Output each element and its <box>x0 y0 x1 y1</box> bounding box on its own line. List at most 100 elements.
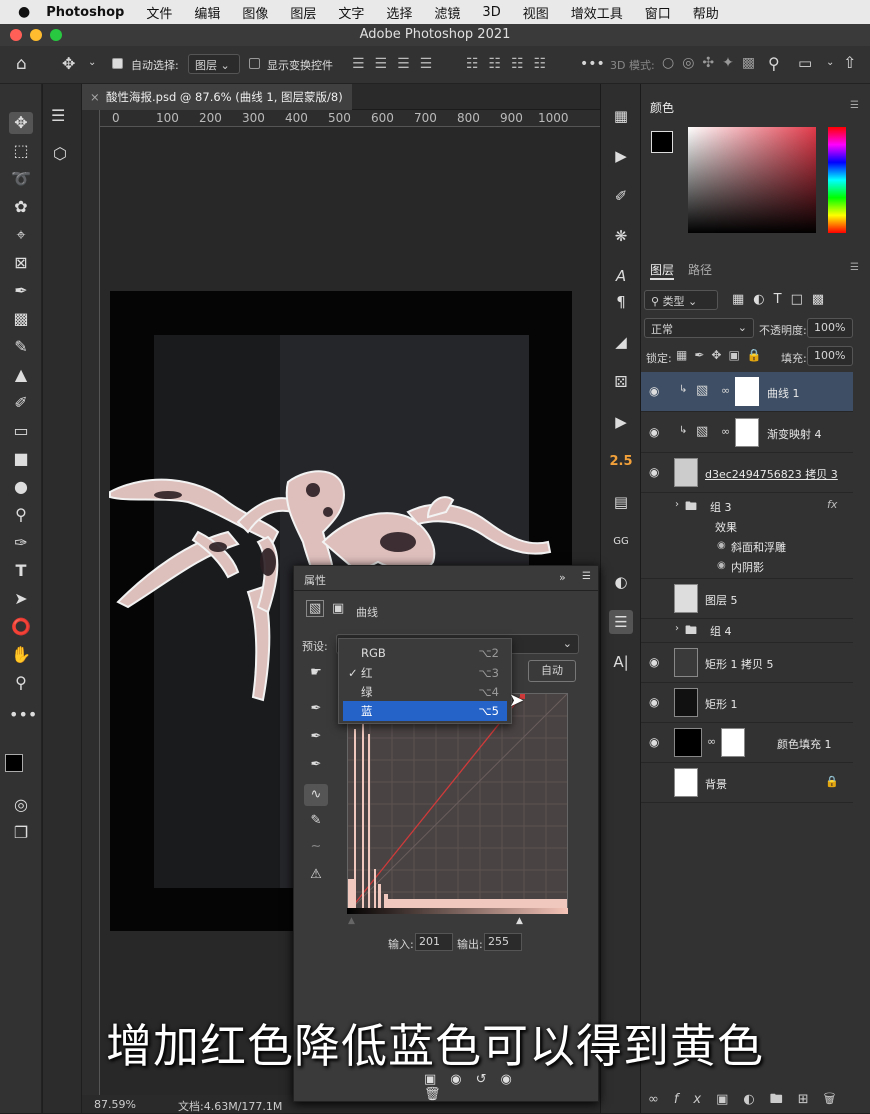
eyedropper-tool-icon[interactable]: ✒ <box>9 280 33 302</box>
layer-row[interactable]: 图层 5 <box>641 579 853 619</box>
show-transform-checkbox[interactable] <box>249 58 260 69</box>
menu-app[interactable]: Photoshop <box>46 5 124 20</box>
channel-option-red[interactable]: ✓ 红 ⌥3 <box>343 663 507 683</box>
layer-mask-thumbnail[interactable] <box>721 728 745 757</box>
plugin-panel-icon[interactable]: ▶ <box>609 410 633 434</box>
more-icon[interactable]: ••• <box>580 56 605 72</box>
layer-name[interactable]: 图层 5 <box>705 592 738 608</box>
menu-image[interactable]: 图像 <box>242 3 268 22</box>
effect-inner-shadow[interactable]: 内阴影 <box>731 559 764 575</box>
lock-icons[interactable]: ▦✒✥▣🔒 <box>676 348 769 362</box>
channel-option-rgb[interactable]: RGB ⌥2 <box>343 643 507 663</box>
visibility-eye-icon[interactable]: ◉ <box>649 384 659 398</box>
layer-name[interactable]: 矩形 1 <box>705 696 738 712</box>
curve-edit-icon[interactable]: ∿ <box>304 784 328 806</box>
dodge-tool-icon[interactable]: ⚲ <box>9 504 33 526</box>
auto-button[interactable]: 自动 <box>528 660 576 682</box>
properties-title[interactable]: 属性 <box>304 572 326 588</box>
channel-option-green[interactable]: 绿 ⌥4 <box>343 682 507 702</box>
healing-tool-icon[interactable]: ▩ <box>9 308 33 330</box>
minimize-window-button[interactable] <box>30 29 42 41</box>
layer-name[interactable]: 曲线 1 <box>767 385 800 401</box>
brush-settings-icon[interactable]: ✐ <box>609 184 633 208</box>
tab-paths[interactable]: 路径 <box>688 261 712 278</box>
visibility-eye-icon[interactable]: ◉ <box>717 540 726 551</box>
mask-icon[interactable]: ▣ <box>332 601 344 616</box>
input-value-field[interactable]: 201 <box>415 933 453 951</box>
move-tool-icon[interactable]: ✥ <box>62 54 75 73</box>
foreground-color-swatch[interactable] <box>651 131 673 153</box>
workspace-chevron-icon[interactable]: ⌄ <box>826 57 834 68</box>
auto-select-dropdown[interactable]: 图层 ⌄ <box>188 54 240 74</box>
ellipse-tool-icon[interactable]: ⭕ <box>9 616 33 638</box>
history-panel-icon[interactable]: ▦ <box>609 104 633 128</box>
close-tab-icon[interactable]: × <box>90 84 100 110</box>
chain-link-icon[interactable]: ∞ <box>721 425 730 438</box>
adjustments-panel-icon[interactable]: ◐ <box>609 570 633 594</box>
chevron-down-icon[interactable]: ⌄ <box>88 57 96 68</box>
chevron-right-icon[interactable]: › <box>675 499 679 510</box>
3d-mode-icons[interactable]: ○◎✣✦▩ <box>662 55 763 71</box>
blur-tool-icon[interactable]: ● <box>9 476 33 498</box>
paragraph-panel-icon[interactable]: ¶ <box>609 290 633 314</box>
layer-filter-icons[interactable]: ▦◐T□▩ <box>732 292 833 307</box>
marquee-tool-icon[interactable]: ⬚ <box>9 140 33 162</box>
clipping-warning-icon[interactable]: ⚠ <box>304 864 328 886</box>
align-icons[interactable]: ☰☰☰☰ <box>352 56 442 72</box>
curves-grid[interactable] <box>347 693 568 913</box>
auto-select-checkbox[interactable] <box>112 58 123 69</box>
home-icon[interactable]: ⌂ <box>16 54 27 74</box>
layer-thumbnail[interactable] <box>674 728 702 757</box>
layer-name[interactable]: 渐变映射 4 <box>767 426 822 442</box>
opacity-input[interactable]: 100% <box>807 318 853 338</box>
search-icon[interactable]: ⚲ <box>768 54 780 73</box>
pen-tool-icon[interactable]: ✑ <box>9 532 33 554</box>
curves-graph[interactable] <box>347 693 568 913</box>
tab-layers[interactable]: 图层 <box>650 261 675 280</box>
panel-menu-icon[interactable]: ☰ <box>850 100 859 111</box>
layer-mask-thumbnail[interactable] <box>735 377 759 406</box>
menu-view[interactable]: 视图 <box>523 3 549 22</box>
gg-plugin-icon[interactable]: GG <box>609 530 633 554</box>
lasso-tool-icon[interactable]: ➰ <box>9 168 33 190</box>
foreground-color-swatch[interactable] <box>5 754 23 772</box>
chain-link-icon[interactable]: ∞ <box>707 735 716 748</box>
on-image-adjust-icon[interactable]: ☛ <box>304 662 328 684</box>
layer-thumbnail[interactable] <box>674 648 698 677</box>
plugin-value-label[interactable]: 2.5 <box>609 450 633 474</box>
layer-group-row[interactable]: › 🖿 组 4 <box>641 619 853 643</box>
type-tool-icon[interactable]: T <box>9 560 33 582</box>
properties-panel-icon[interactable]: ☰ <box>609 610 633 634</box>
menu-help[interactable]: 帮助 <box>693 3 719 22</box>
layer-row[interactable]: ◉ 矩形 1 <box>641 683 853 723</box>
move-tool-icon[interactable]: ✥ <box>9 112 33 134</box>
white-slider-handle[interactable]: ▲ <box>516 916 523 926</box>
document-size[interactable]: 文档:4.63M/177.1M <box>178 1098 282 1114</box>
effect-bevel[interactable]: 斜面和浮雕 <box>731 539 786 555</box>
menu-window[interactable]: 窗口 <box>645 3 671 22</box>
layer-name[interactable]: 组 3 <box>710 499 732 515</box>
menu-file[interactable]: 文件 <box>146 3 172 22</box>
brushes-panel-icon[interactable]: ❋ <box>609 224 633 248</box>
black-point-eyedropper-icon[interactable]: ✒ <box>304 698 328 720</box>
zoom-tool-icon[interactable]: ⚲ <box>9 672 33 694</box>
layer-name[interactable]: d3ec2494756823 拷贝 3 <box>705 466 838 482</box>
visibility-eye-icon[interactable]: ◉ <box>649 735 659 749</box>
channel-dropdown-menu[interactable]: RGB ⌥2 ✓ 红 ⌥3 绿 ⌥4 蓝 ⌥5 <box>338 638 512 724</box>
chain-link-icon[interactable]: ∞ <box>721 384 730 397</box>
layer-group-row[interactable]: › 🖿 组 3 fx 效果 ◉ 斜面和浮雕 ◉ 内阴影 <box>641 493 853 579</box>
eraser-tool-icon[interactable]: ▭ <box>9 420 33 442</box>
share-icon[interactable]: ⇧ <box>843 53 856 72</box>
histogram-panel-icon[interactable]: ▤ <box>609 490 633 514</box>
fill-input[interactable]: 100% <box>807 346 853 366</box>
layers-footer-icons[interactable]: ∞fx▣◐🖿⊞🗑 <box>648 1090 850 1112</box>
visibility-eye-icon[interactable]: ◉ <box>717 560 726 571</box>
collapse-icon[interactable]: » <box>559 571 566 584</box>
stamp-tool-icon[interactable]: ▲ <box>9 364 33 386</box>
more-tools-icon[interactable]: ••• <box>9 704 37 726</box>
quick-mask-icon[interactable]: ◎ <box>9 794 33 816</box>
menu-layer[interactable]: 图层 <box>290 3 316 22</box>
layer-thumbnail[interactable] <box>674 688 698 717</box>
screen-mode-icon[interactable]: ❐ <box>9 822 33 844</box>
distribute-icons[interactable]: ☷☷☷☷ <box>466 56 556 72</box>
